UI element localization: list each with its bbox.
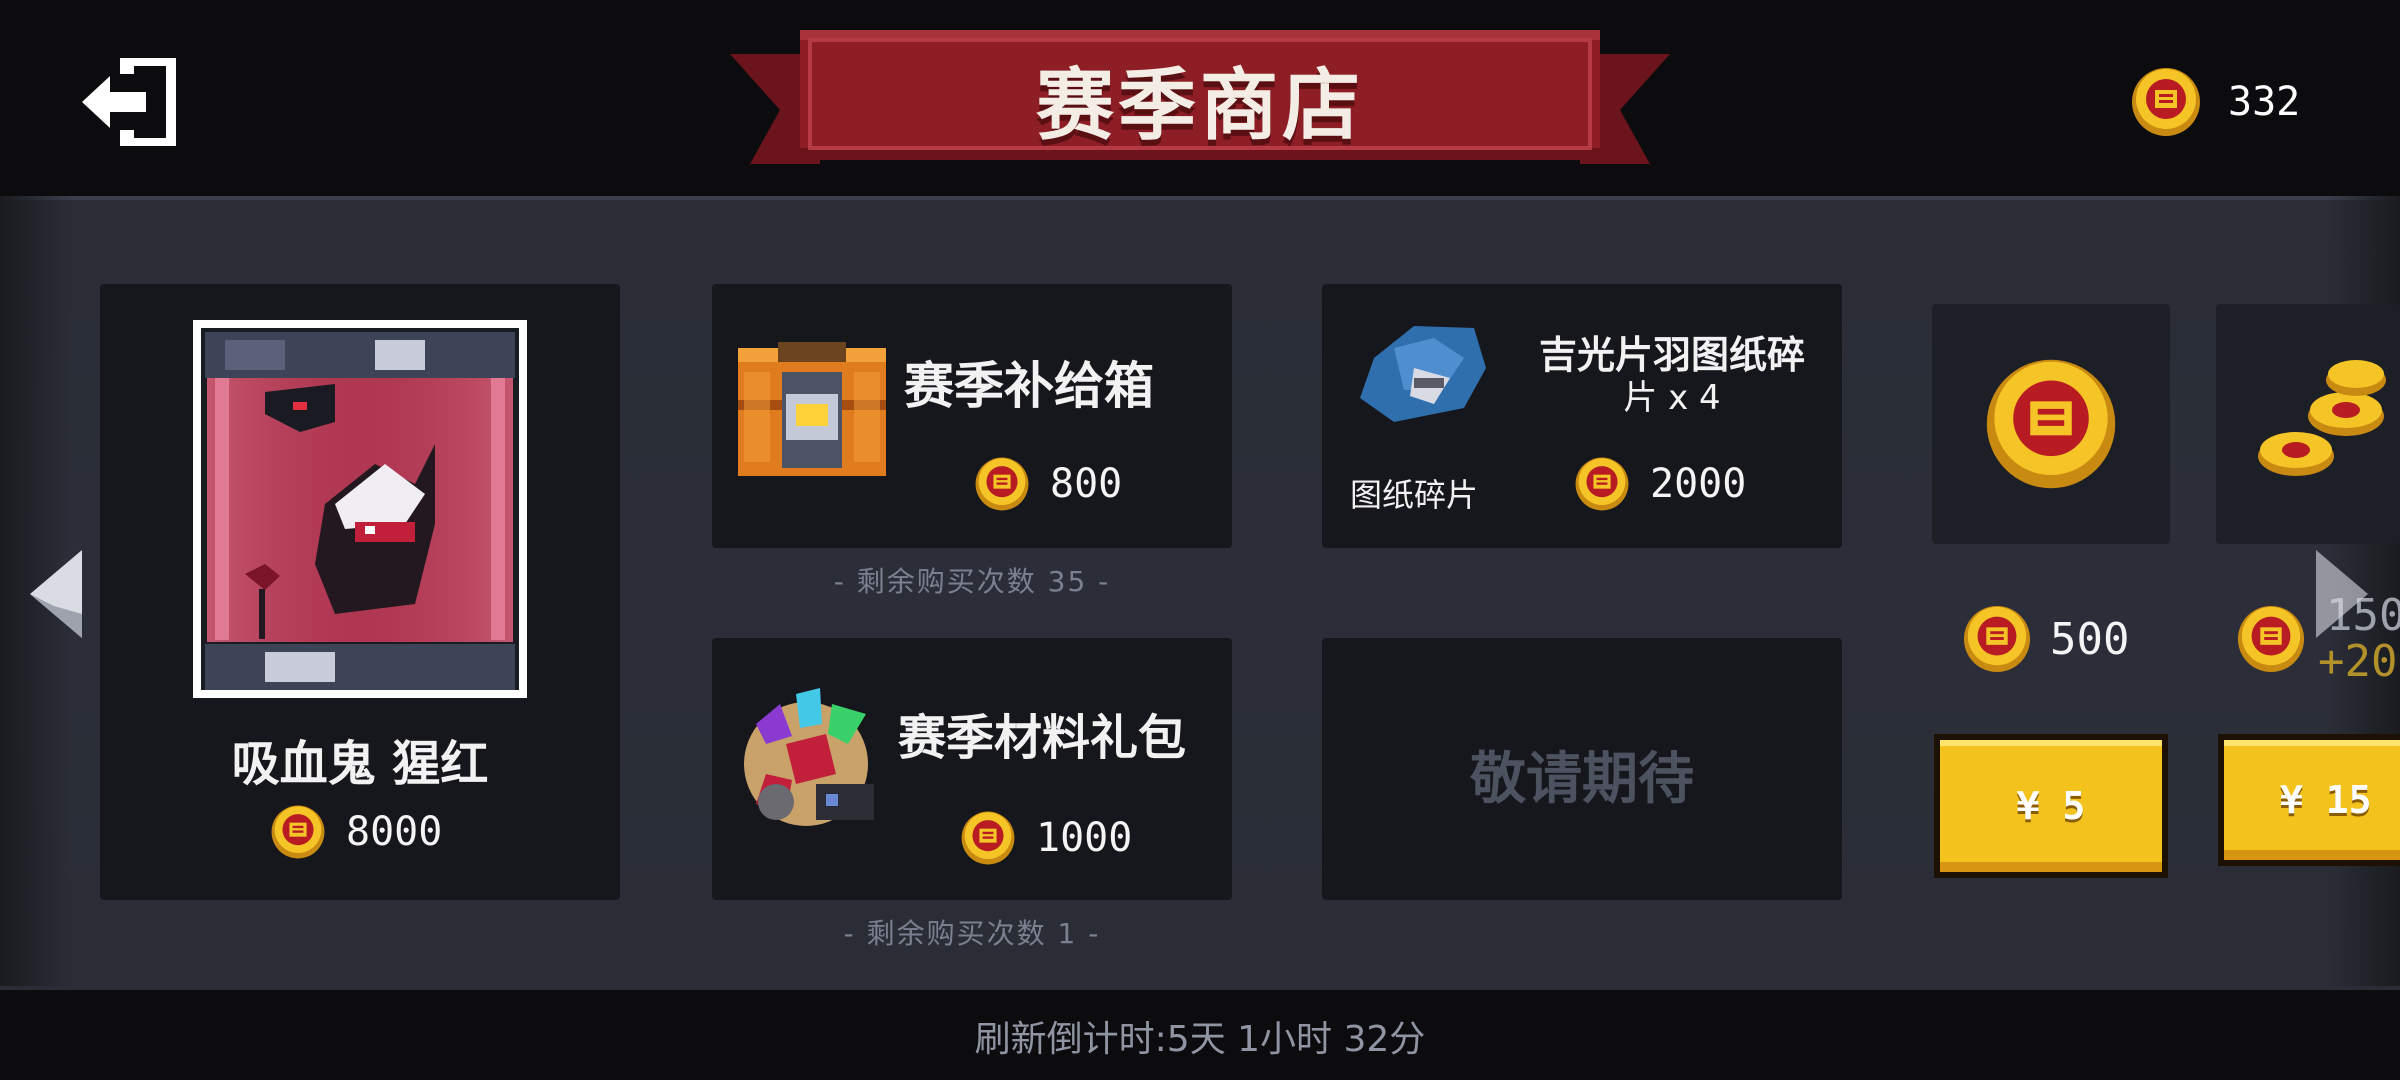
coin-pack-amount-value: 500 — [2050, 613, 2130, 665]
coin-icon — [1986, 359, 2116, 489]
item-name: 赛季材料礼包 — [898, 710, 1187, 766]
item-price-value: 2000 — [1650, 461, 1747, 507]
coming-soon-label: 敬请期待 — [1470, 747, 1694, 812]
coin-stack-icon — [2258, 360, 2386, 476]
coin-pack-amount: 500 — [1962, 604, 2129, 674]
page-title: 赛季商店 — [1035, 61, 1364, 151]
coin-balance: 332 — [2130, 62, 2300, 142]
remaining-purchases: - 剩余购买次数 1 - — [843, 917, 1101, 950]
title-banner: 赛季商店 — [730, 24, 1670, 184]
item-price-value: 1000 — [1036, 815, 1133, 861]
coin-pack-card[interactable] — [1932, 304, 2170, 544]
coin-icon — [1575, 457, 1629, 511]
featured-item-name: 吸血鬼 猩红 — [231, 736, 489, 792]
buy-button[interactable]: ¥ 5 — [1934, 734, 2168, 878]
crystal-bundle-icon — [744, 688, 874, 826]
featured-price-value: 8000 — [346, 809, 443, 855]
coin-icon — [975, 457, 1029, 511]
right-arrow-icon[interactable] — [2312, 544, 2374, 644]
featured-item-price: 8000 — [270, 804, 442, 860]
remaining-purchases: - 剩余购买次数 35 - — [833, 565, 1111, 598]
item-name: 赛季补给箱 — [904, 357, 1154, 415]
exit-button[interactable] — [76, 52, 186, 152]
refresh-countdown: 刷新倒计时:5天 1小时 32分 — [974, 1019, 1426, 1060]
item-price: 2000 — [1574, 456, 1746, 512]
coin-icon — [961, 811, 1015, 865]
left-arrow-icon[interactable] — [24, 544, 86, 644]
featured-item-card[interactable]: 吸血鬼 猩红 8000 — [100, 284, 620, 900]
coin-icon — [2132, 68, 2200, 136]
coin-balance-value: 332 — [2228, 79, 2301, 125]
item-price: 1000 — [960, 810, 1132, 866]
coin-icon — [1963, 605, 2031, 673]
blueprint-icon — [1360, 326, 1486, 422]
item-card-coming-soon: 敬请期待 — [1322, 638, 1842, 900]
chest-icon — [738, 342, 886, 476]
exit-icon — [82, 58, 176, 146]
coin-pack-amount — [2236, 604, 2306, 674]
vampire-skin-icon — [193, 320, 527, 698]
item-price-value: 800 — [1050, 461, 1123, 507]
coin-icon — [271, 805, 325, 859]
item-card-blueprint[interactable]: 吉光片羽图纸碎 片 x 4 图纸碎片 2000 — [1322, 284, 1842, 548]
item-card-supply-box[interactable]: 赛季补给箱 800 — [712, 284, 1232, 548]
item-card-material-pack[interactable]: 赛季材料礼包 1000 — [712, 638, 1232, 900]
coin-icon — [2237, 605, 2305, 673]
coin-pack-card[interactable] — [2216, 304, 2400, 544]
item-price: 800 — [974, 456, 1122, 512]
buy-button[interactable]: ¥ 15 — [2218, 734, 2400, 866]
item-name-line2: 片 x 4 — [1623, 378, 1721, 418]
item-category: 图纸碎片 — [1350, 476, 1479, 514]
